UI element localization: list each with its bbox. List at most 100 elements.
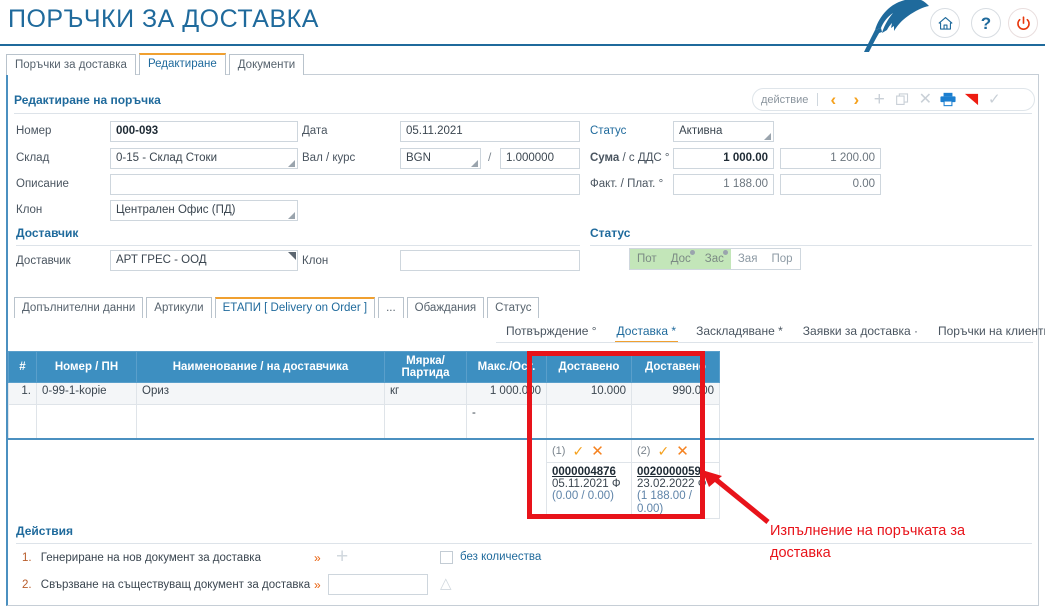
document-2-reject-icon[interactable]: ✕ [676, 444, 689, 459]
sub-tab-confirmation[interactable]: Потвърждение ° [496, 324, 607, 343]
add-record-button[interactable]: + [871, 90, 887, 109]
inner-tab-stages[interactable]: ЕТАПИ [ Delivery on Order ] [214, 297, 376, 318]
action-1-add-icon[interactable]: + [336, 546, 348, 567]
tab-edit[interactable]: Редактиране [138, 53, 226, 75]
label-amount-bold: Сума [590, 152, 620, 164]
invoiced-field[interactable]: 1 188.00 [673, 174, 774, 195]
col-number[interactable]: Номер / ПН [36, 351, 137, 383]
status-pill-por[interactable]: Пор [764, 249, 799, 269]
label-amount: Сума / с ДДС ° [590, 152, 670, 164]
cell-number: 0-99-1-kopie [36, 382, 137, 405]
document-2-number[interactable]: 0020000059 [637, 466, 714, 478]
document-cell-2[interactable]: (2) ✓ ✕ 0020000059 23.02.2022 Ф (1 188.0… [631, 439, 720, 519]
print-button[interactable] [940, 92, 956, 108]
status-pill-group: Пот Дос Зас Зая Пор [629, 248, 801, 270]
number-field[interactable]: 000-093 [110, 121, 298, 142]
paid-field[interactable]: 0.00 [780, 174, 881, 195]
col-delivered-2[interactable]: Доставено [631, 351, 720, 383]
action-2-arrow-icon[interactable]: » [314, 578, 321, 592]
delete-record-button[interactable]: ✕ [917, 91, 933, 108]
document-1-number[interactable]: 0000004876 [552, 466, 626, 478]
table-row-batch[interactable]: - [8, 404, 1034, 439]
link-document-caret-icon[interactable]: △ [440, 576, 452, 591]
status-pill-label: Зас [704, 253, 724, 265]
sub-tab-delivery[interactable]: Доставка * [607, 324, 687, 343]
document-1-reject-icon[interactable]: ✕ [591, 444, 604, 459]
status-pill-label: Пор [771, 253, 793, 265]
description-field[interactable] [110, 174, 580, 195]
action-1-arrow-icon[interactable]: » [314, 551, 321, 565]
supplier-field[interactable]: АРТ ГРЕС - ООД [110, 250, 298, 271]
col-name[interactable]: Наименование / на доставчика [136, 351, 385, 383]
red-triangle-icon [964, 92, 979, 107]
label-currency: Вал / курс [302, 152, 356, 164]
rate-field[interactable]: 1.000000 [500, 148, 580, 169]
prev-record-button[interactable]: ‹ [825, 91, 841, 108]
document-cell-1[interactable]: (1) ✓ ✕ 0000004876 05.11.2021 Ф (0.00 / … [546, 439, 632, 519]
help-icon[interactable]: ? [971, 8, 1001, 38]
sub-tab-storage[interactable]: Заскладяване * [686, 324, 793, 343]
status-dot-icon [722, 250, 728, 255]
inner-tab-items[interactable]: Артикули [146, 297, 212, 318]
inner-tab-additional-data[interactable]: Допълнителни данни [14, 297, 144, 318]
main-tabs: Поръчки за доставка Редактиране Документ… [6, 53, 307, 75]
status-pill-zaya[interactable]: Зая [731, 249, 765, 269]
documents-row-spacer [9, 440, 547, 519]
copy-record-button[interactable] [894, 92, 910, 108]
status-select[interactable]: Активна [673, 121, 774, 142]
help-glyph: ? [980, 13, 992, 33]
actions-section-title: Действия [16, 524, 74, 538]
status-pill-label: Дос [670, 253, 691, 265]
col-index[interactable]: # [8, 351, 37, 383]
cell-unit: кг [384, 382, 467, 405]
label-amount-rest: / с ДДС ° [619, 152, 670, 164]
label-status: Статус [590, 125, 627, 137]
inner-tab-status[interactable]: Статус [487, 297, 540, 318]
currency-select[interactable]: BGN [400, 148, 481, 169]
sub-tab-delivery-requests[interactable]: Заявки за доставка · [793, 324, 928, 343]
currency-value: BGN [406, 152, 431, 164]
label-number: Номер [16, 125, 52, 137]
cell-delivered2-blank [631, 404, 720, 439]
supplier-branch-field[interactable] [400, 250, 580, 271]
sub-tab-customer-orders[interactable]: Поръчки на клиенти · [928, 324, 1045, 343]
printer-icon [940, 92, 956, 107]
inner-tabs: Допълнителни данни Артикули ЕТАПИ [ Deli… [14, 297, 542, 318]
amount-vat-field[interactable]: 1 200.00 [780, 148, 881, 169]
status-section-title: Статус [590, 226, 631, 240]
no-quantities-checkbox[interactable] [440, 551, 453, 564]
col-unit-batch[interactable]: Мярка/ Партида [384, 351, 467, 383]
power-icon[interactable] [1008, 8, 1038, 38]
home-glyph [938, 16, 952, 30]
label-warehouse: Склад [16, 152, 50, 164]
date-field[interactable]: 05.11.2021 [400, 121, 580, 142]
document-1-accept-icon[interactable]: ✓ [572, 444, 584, 458]
action-item-1[interactable]: 1. Генериране на нов документ за доставк… [22, 552, 261, 564]
warehouse-value: 0-15 - Склад Стоки [116, 152, 218, 164]
status-pill-pot[interactable]: Пот [630, 249, 664, 269]
document-1-index: (1) [552, 445, 566, 457]
confirm-button[interactable]: ✓ [986, 92, 1002, 108]
col-max-remaining[interactable]: Макс./Ост. [466, 351, 547, 383]
inner-tab-calls[interactable]: Обаждания [406, 297, 485, 318]
table-row[interactable]: 1. 0-99-1-kopie Ориз кг 1 000.000 10.000… [8, 382, 1034, 405]
label-branch: Клон [16, 204, 43, 216]
col-delivered-1[interactable]: Доставено [546, 351, 632, 383]
inner-tab-more[interactable]: ... [378, 297, 404, 318]
tab-documents[interactable]: Документи [228, 54, 305, 75]
action-item-2[interactable]: 2. Свързване на съществуващ документ за … [22, 579, 310, 591]
status-section-rule [590, 245, 1032, 246]
tab-orders[interactable]: Поръчки за доставка [6, 54, 136, 75]
status-pill-zas[interactable]: Зас [697, 249, 731, 269]
existing-document-input[interactable] [328, 574, 428, 595]
export-pdf-button[interactable] [963, 92, 979, 108]
label-date: Дата [302, 125, 328, 137]
action-1-label: Генериране на нов документ за доставка [40, 552, 261, 564]
branch-select[interactable]: Централен Офис (ПД) [110, 200, 298, 221]
next-record-button[interactable]: › [848, 91, 864, 108]
status-pill-dos[interactable]: Дос [663, 249, 698, 269]
amount-field[interactable]: 1 000.00 [673, 148, 774, 169]
home-icon[interactable] [930, 8, 960, 38]
document-2-accept-icon[interactable]: ✓ [657, 444, 669, 458]
warehouse-select[interactable]: 0-15 - Склад Стоки [110, 148, 298, 169]
